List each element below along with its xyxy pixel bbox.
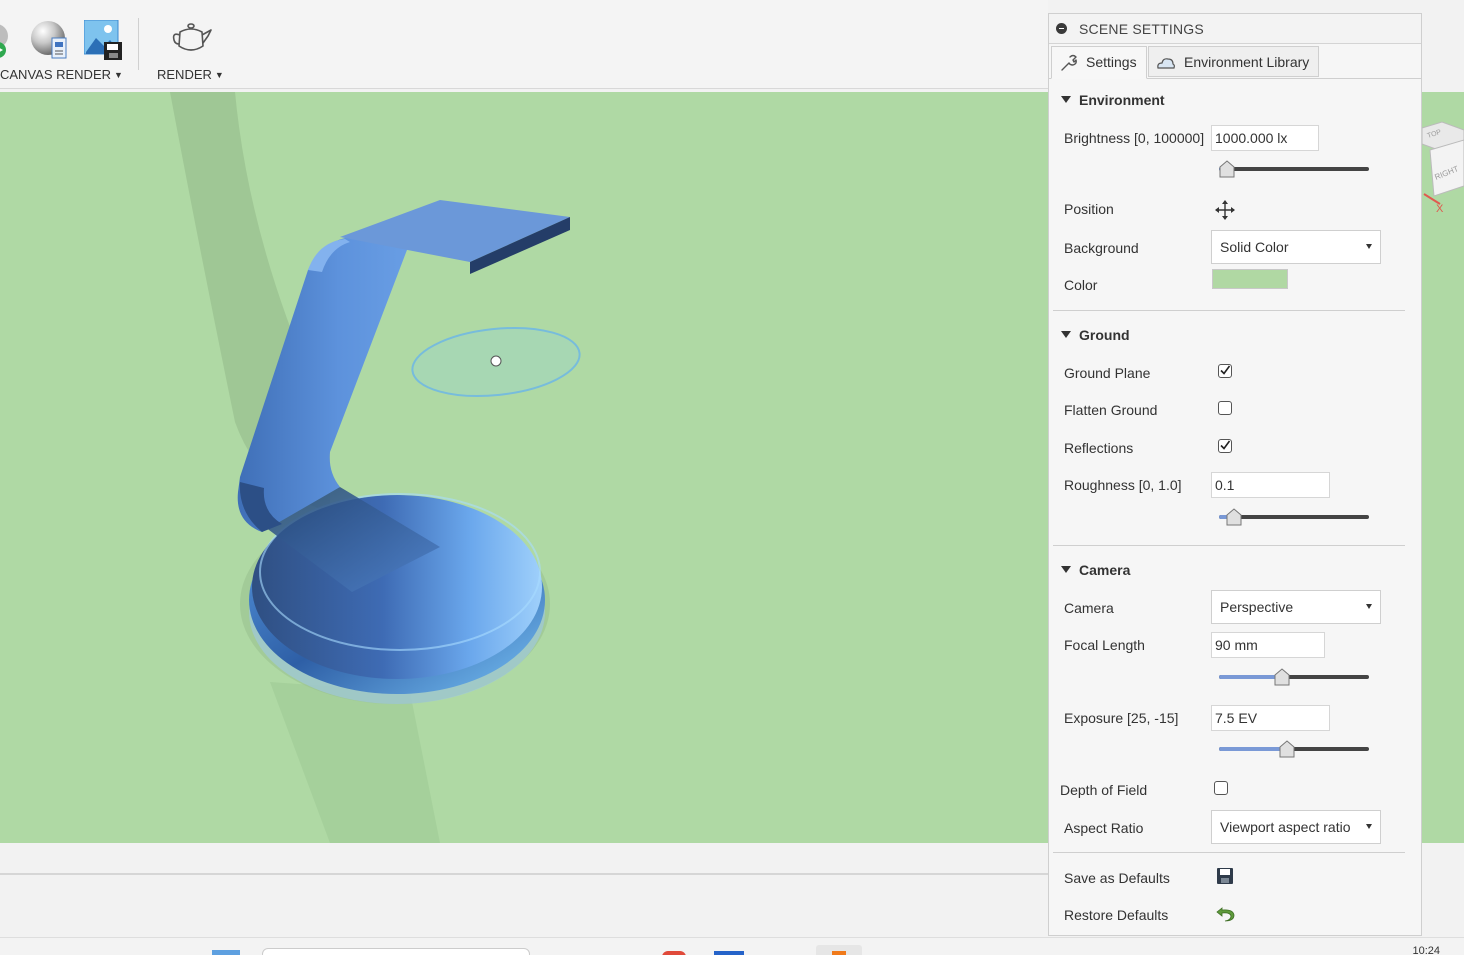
viewcube-axis-label: X [1436, 203, 1444, 215]
aspect-ratio-label: Aspect Ratio [1064, 820, 1144, 836]
tab-settings[interactable]: Settings [1051, 46, 1147, 79]
canvas-render-icon[interactable] [30, 18, 70, 65]
chevron-down-icon [1366, 244, 1372, 249]
timeline-area [0, 875, 1048, 937]
section-divider [1053, 852, 1405, 853]
section-ground[interactable]: Ground [1061, 327, 1130, 343]
ground-plane-checkbox[interactable] [1218, 364, 1232, 378]
panel-header: SCENE SETTINGS [1049, 14, 1421, 44]
collapse-triangle-icon [1061, 331, 1071, 338]
scene-settings-panel: SCENE SETTINGS Settings Environment Libr… [1048, 13, 1422, 936]
brightness-label: Brightness [0, 100000] [1064, 130, 1205, 146]
ground-plane-label: Ground Plane [1064, 365, 1151, 381]
browser-app-icon[interactable] [662, 951, 686, 955]
checkmark-icon [1220, 440, 1231, 450]
camera-select-value: Perspective [1220, 599, 1294, 615]
section-environment[interactable]: Environment [1061, 92, 1165, 108]
focal-length-slider[interactable] [1219, 668, 1369, 686]
collapse-triangle-icon [1061, 566, 1071, 573]
os-taskbar: 10:24 [0, 937, 1464, 955]
wrench-icon [1061, 54, 1077, 71]
fusion-app-icon [832, 951, 846, 955]
exposure-input[interactable] [1211, 705, 1330, 731]
depth-of-field-label: Depth of Field [1060, 782, 1148, 798]
render-menu[interactable]: RENDER ▼ [157, 67, 224, 82]
roughness-input[interactable] [1211, 472, 1330, 498]
flatten-ground-label: Flatten Ground [1064, 402, 1158, 418]
collapse-triangle-icon [1061, 96, 1071, 103]
flatten-ground-checkbox[interactable] [1218, 401, 1232, 415]
view-cube[interactable]: TOP RIGHT X [1418, 120, 1464, 216]
status-strip [0, 843, 1048, 875]
windows-start-icon[interactable] [212, 950, 240, 955]
ground-heading: Ground [1079, 327, 1130, 343]
tab-environment-library-label: Environment Library [1184, 54, 1310, 70]
cloud-environment-icon [1157, 58, 1175, 69]
color-label: Color [1064, 277, 1098, 293]
panel-tabs: Settings Environment Library [1049, 45, 1421, 79]
toolbar-divider [138, 18, 139, 70]
chevron-down-icon: ▼ [214, 70, 224, 80]
capture-image-icon[interactable] [83, 19, 122, 63]
save-defaults-label: Save as Defaults [1064, 870, 1170, 886]
slider-track [1219, 167, 1369, 171]
checkmark-icon [1220, 365, 1231, 375]
reflections-label: Reflections [1064, 440, 1134, 456]
slider-thumb[interactable] [1274, 668, 1290, 686]
chevron-down-icon [1366, 824, 1372, 829]
save-defaults-icon[interactable] [1216, 867, 1234, 885]
slider-thumb[interactable] [1226, 508, 1242, 526]
move-arrows-icon[interactable] [1214, 199, 1236, 221]
environment-heading: Environment [1079, 92, 1165, 108]
render-toolbar: CANVAS RENDER ▼ RENDER ▼ [0, 0, 1048, 89]
section-divider [1053, 545, 1405, 546]
roughness-slider[interactable] [1219, 508, 1369, 526]
start-render-icon[interactable] [0, 18, 18, 65]
render-teapot-icon[interactable] [170, 22, 214, 59]
camera-heading: Camera [1079, 562, 1131, 578]
background-select-value: Solid Color [1220, 239, 1289, 255]
focal-length-input[interactable] [1211, 632, 1325, 658]
roughness-label: Roughness [0, 1.0] [1064, 477, 1182, 493]
aspect-ratio-select-value: Viewport aspect ratio [1220, 819, 1351, 835]
chevron-down-icon: ▼ [114, 70, 123, 80]
brightness-input[interactable] [1211, 125, 1319, 151]
depth-of-field-checkbox[interactable] [1214, 781, 1228, 795]
slider-fill [1219, 675, 1282, 679]
section-camera[interactable]: Camera [1061, 562, 1130, 578]
focal-length-label: Focal Length [1064, 637, 1145, 653]
slider-fill [1219, 747, 1287, 751]
aspect-ratio-select[interactable]: Viewport aspect ratio [1211, 810, 1381, 844]
restore-undo-icon[interactable] [1215, 905, 1237, 923]
slider-thumb[interactable] [1219, 160, 1235, 178]
exposure-slider[interactable] [1219, 740, 1369, 758]
camera-label: Camera [1064, 600, 1114, 616]
canvas-render-menu[interactable]: CANVAS RENDER ▼ [0, 67, 123, 82]
exposure-label: Exposure [25, -15] [1064, 710, 1179, 726]
brightness-slider[interactable] [1219, 160, 1369, 178]
right-edge-strip [1422, 843, 1464, 937]
background-color-swatch[interactable] [1212, 269, 1288, 289]
render-label: RENDER [157, 67, 212, 82]
tab-settings-label: Settings [1086, 54, 1137, 70]
tab-environment-library[interactable]: Environment Library [1148, 46, 1319, 77]
restore-defaults-label: Restore Defaults [1064, 907, 1169, 923]
slider-thumb[interactable] [1279, 740, 1295, 758]
canvas-render-label: CANVAS RENDER [0, 67, 112, 82]
background-select[interactable]: Solid Color [1211, 230, 1381, 264]
chevron-down-icon [1366, 604, 1372, 609]
camera-select[interactable]: Perspective [1211, 590, 1381, 624]
background-label: Background [1064, 240, 1139, 256]
panel-title: SCENE SETTINGS [1079, 21, 1204, 37]
collapse-panel-icon[interactable] [1056, 23, 1067, 34]
position-label: Position [1064, 201, 1114, 217]
mail-app-icon[interactable] [714, 951, 744, 955]
section-divider [1053, 310, 1405, 311]
reflections-checkbox[interactable] [1218, 439, 1232, 453]
